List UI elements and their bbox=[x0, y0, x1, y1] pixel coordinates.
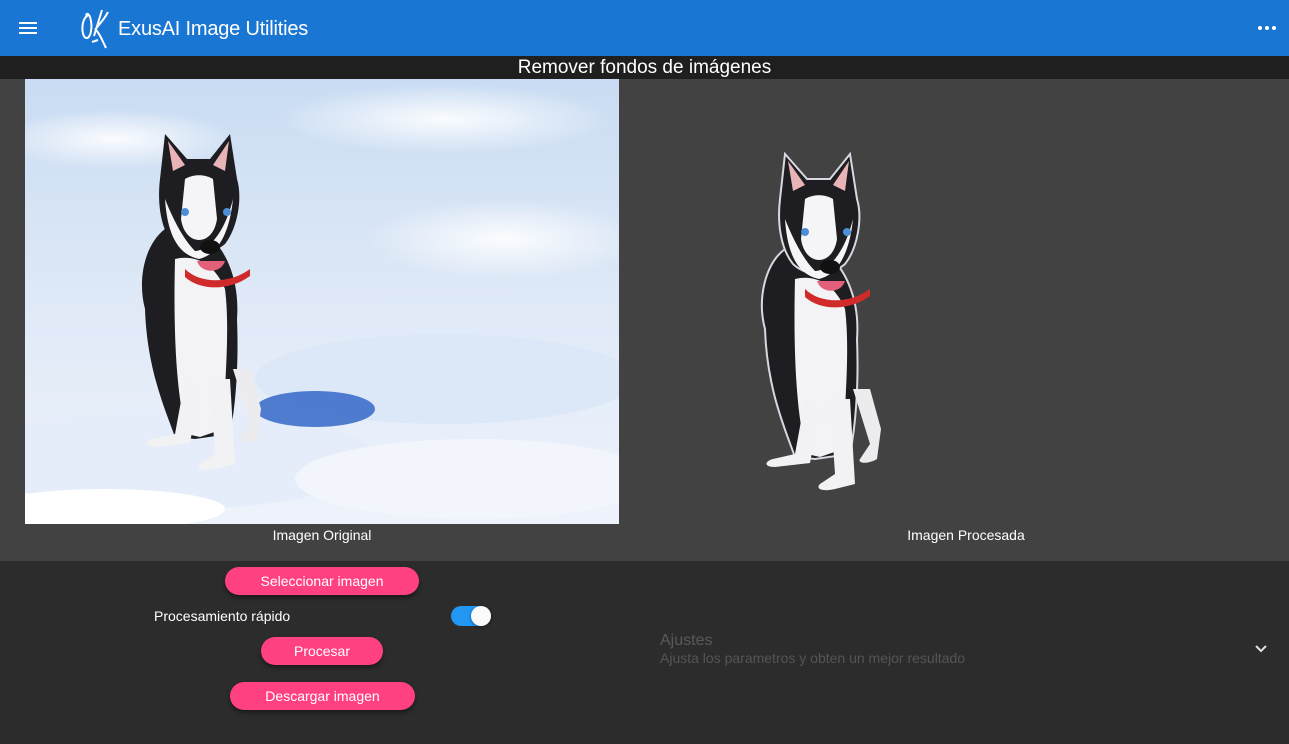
processed-image bbox=[740, 114, 960, 514]
app-title: ExusAI Image Utilities bbox=[118, 18, 309, 40]
select-image-button[interactable]: Seleccionar imagen bbox=[225, 567, 419, 595]
settings-title: Ajustes bbox=[660, 632, 713, 649]
hamburger-menu-icon[interactable] bbox=[16, 16, 40, 40]
toggle-thumb bbox=[471, 606, 491, 626]
process-button[interactable]: Procesar bbox=[261, 637, 383, 665]
fast-processing-toggle[interactable] bbox=[451, 606, 491, 626]
fast-processing-label: Procesamiento rápido bbox=[154, 608, 291, 624]
page-title: Remover fondos de imágenes bbox=[517, 57, 772, 78]
original-image bbox=[25, 79, 619, 524]
app-bar: ExusAI Image Utilities bbox=[0, 0, 1289, 56]
original-image-caption: Imagen Original bbox=[272, 527, 372, 543]
page-title-bar: Remover fondos de imágenes bbox=[0, 56, 1289, 79]
settings-subtitle: Ajusta los parametros y obten un mejor r… bbox=[660, 650, 966, 666]
more-horiz-icon[interactable] bbox=[1255, 16, 1279, 40]
app-logo-icon bbox=[78, 6, 112, 50]
chevron-down-icon[interactable] bbox=[1249, 636, 1273, 660]
download-image-button[interactable]: Descargar imagen bbox=[230, 682, 415, 710]
image-comparison-panel: Imagen Original Imagen Procesada bbox=[0, 79, 1289, 561]
processed-image-caption: Imagen Procesada bbox=[907, 527, 1025, 543]
settings-expansion-panel[interactable]: Ajustes Ajusta los parametros y obten un… bbox=[645, 620, 1275, 680]
